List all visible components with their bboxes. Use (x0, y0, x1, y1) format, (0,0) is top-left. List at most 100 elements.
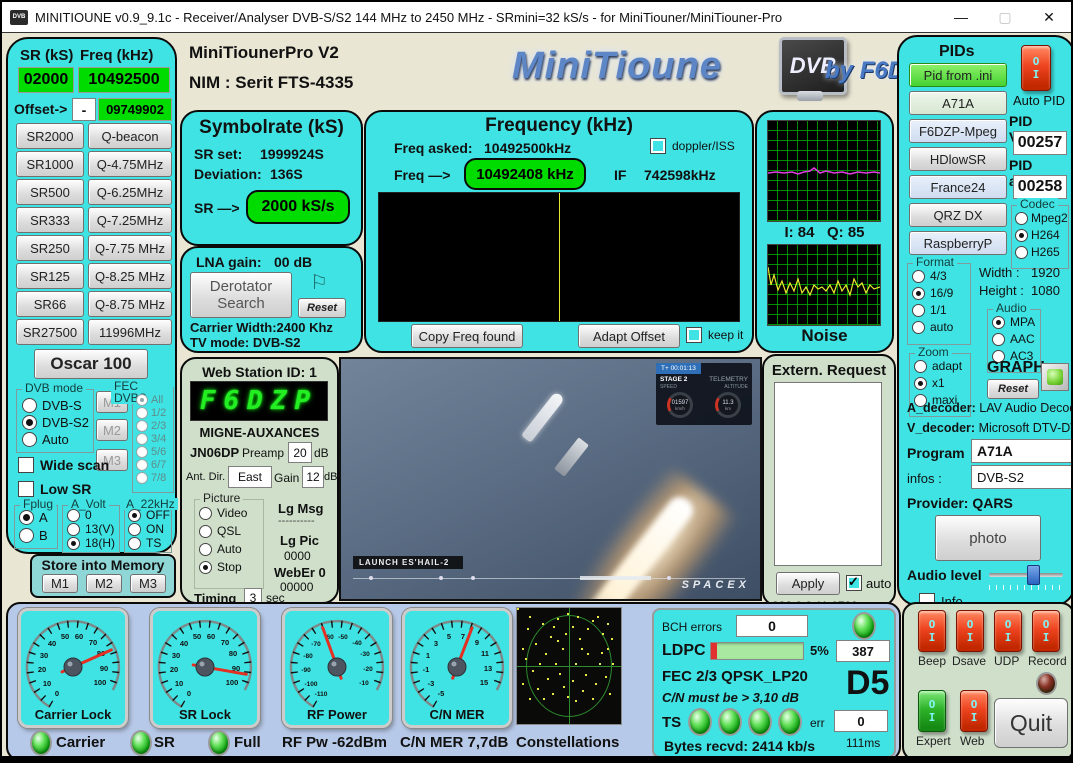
derotator-search-button[interactable]: Derotator Search (190, 272, 292, 318)
symbolrate-title: Symbolrate (kS) (199, 117, 344, 138)
radio-codec-h265[interactable]: H265 (1015, 245, 1060, 259)
preset-freq-button[interactable]: Q-4.75MHz (88, 151, 172, 177)
preamp-value[interactable]: 20 (288, 442, 312, 463)
beep-toggle[interactable]: OI (918, 610, 946, 652)
preset-sr-button[interactable]: SR27500 (16, 319, 84, 345)
record-toggle[interactable]: OI (1032, 610, 1060, 652)
auto-checkbox[interactable]: auto (846, 574, 891, 591)
radio-codec-h264[interactable]: H264 (1015, 228, 1060, 242)
keep-it-checkbox[interactable]: keep it (686, 327, 743, 343)
infos-field[interactable]: DVB-S2 (971, 465, 1071, 489)
store-m1-button[interactable]: M1 (42, 574, 78, 593)
pid-preset-button[interactable]: RaspberryP (909, 231, 1007, 255)
oscar100-button[interactable]: Oscar 100 (34, 349, 148, 379)
adapt-offset-button[interactable]: Adapt Offset (578, 324, 680, 348)
radio-auto[interactable]: Auto (22, 432, 69, 447)
pid-preset-button[interactable]: F6DZP-Mpeg (909, 119, 1007, 143)
wide-scan-checkbox[interactable]: Wide scan (18, 457, 109, 473)
pid-audio-value[interactable]: 00258 (1013, 175, 1067, 199)
web-toggle[interactable]: OI (960, 690, 988, 732)
pid-preset-button[interactable]: A71A (909, 91, 1007, 115)
pid-video-value[interactable]: 00257 (1013, 131, 1067, 155)
radio-picture-auto[interactable]: Auto (199, 542, 242, 556)
extern-textarea[interactable] (774, 382, 882, 566)
radio-dvb-s2[interactable]: DVB-S2 (22, 415, 89, 430)
radio-format-169[interactable]: 16/9 (912, 286, 953, 300)
pid-from-ini-button[interactable]: Pid from .ini (909, 63, 1007, 87)
preset-sr-button[interactable]: SR500 (16, 179, 84, 205)
audio-level-slider[interactable] (989, 565, 1063, 585)
pid-preset-button[interactable]: QRZ DX (909, 203, 1007, 227)
preset-freq-button[interactable]: 11996MHz (88, 319, 172, 345)
preset-freq-button[interactable]: Q-beacon (88, 123, 172, 149)
radio-dvb-s[interactable]: DVB-S (22, 398, 82, 413)
preset-freq-button[interactable]: Q-8.25 MHz (88, 263, 172, 289)
close-button[interactable]: ✕ (1027, 2, 1071, 32)
radio-fplug-b[interactable]: B (19, 528, 48, 543)
dsave-toggle[interactable]: OI (956, 610, 984, 652)
pid-preset-button[interactable]: France24 (909, 175, 1007, 199)
preset-sr-button[interactable]: SR2000 (16, 123, 84, 149)
doppler-checkbox[interactable]: doppler/ISS (650, 138, 735, 154)
apply-button[interactable]: Apply (776, 572, 840, 595)
radio-avolt-13v[interactable]: 13(V) (67, 522, 114, 536)
radio-22k-ts[interactable]: TS (128, 536, 161, 550)
radio-22k-off[interactable]: OFF (128, 508, 170, 522)
preset-sr-button[interactable]: SR66 (16, 291, 84, 317)
pid-preset-button[interactable]: HDlowSR (909, 147, 1007, 171)
low-sr-checkbox[interactable]: Low SR (18, 481, 91, 497)
radio-format-11[interactable]: 1/1 (912, 303, 947, 317)
gain-value[interactable]: 12 (302, 466, 324, 488)
radio-fec-67[interactable]: 6/7 (136, 459, 166, 471)
store-m2-button[interactable]: M2 (86, 574, 122, 593)
copy-freq-button[interactable]: Copy Freq found (411, 324, 523, 348)
offset-sign-box[interactable]: - (72, 98, 96, 121)
radio-audio-aac[interactable]: AAC (992, 332, 1035, 346)
radio-22k-on[interactable]: ON (128, 522, 164, 536)
derotator-reset-button[interactable]: Reset (298, 298, 346, 318)
auto-pid-toggle[interactable]: OI (1021, 45, 1051, 91)
radio-picture-qsl[interactable]: QSL (199, 524, 241, 538)
radio-fec-all[interactable]: All (136, 394, 163, 406)
radio-fec-23[interactable]: 2/3 (136, 420, 166, 432)
preset-freq-button[interactable]: Q-7.75 MHz (88, 235, 172, 261)
radio-picture-video[interactable]: Video (199, 506, 247, 520)
preset-sr-button[interactable]: SR1000 (16, 151, 84, 177)
maximize-button[interactable]: ▢ (983, 2, 1027, 32)
svg-text:90: 90 (100, 664, 108, 673)
slider-thumb[interactable] (1027, 565, 1040, 585)
radio-fec-12[interactable]: 1/2 (136, 407, 166, 419)
radio-zoom-x1[interactable]: x1 (914, 376, 945, 390)
radio-format-43[interactable]: 4/3 (912, 269, 947, 283)
radio-picture-stop[interactable]: Stop (199, 560, 242, 574)
lna-gain-value: 00 dB (274, 254, 313, 270)
preset-sr-button[interactable]: SR125 (16, 263, 84, 289)
altitude-label: ALTITUDE (724, 384, 748, 390)
radio-format-auto[interactable]: auto (912, 320, 953, 334)
preset-freq-button[interactable]: Q-7.25MHz (88, 207, 172, 233)
radio-codec-mpeg2[interactable]: Mpeg2 (1015, 211, 1068, 225)
store-m3-button[interactable]: M3 (130, 574, 166, 593)
radio-audio-mpa[interactable]: MPA (992, 315, 1035, 329)
photo-button[interactable]: photo (935, 515, 1041, 561)
preset-freq-button[interactable]: Q-8.75 MHz (88, 291, 172, 317)
preset-freq-button[interactable]: Q-6.25MHz (88, 179, 172, 205)
memory-recall-m2[interactable]: M2 (96, 419, 128, 441)
radio-fec-78[interactable]: 7/8 (136, 472, 166, 484)
graph-led-button[interactable] (1041, 363, 1069, 391)
radio-fec-34[interactable]: 3/4 (136, 433, 166, 445)
preset-sr-button[interactable]: SR250 (16, 235, 84, 261)
expert-toggle[interactable]: OI (918, 690, 946, 732)
radio-fec-56[interactable]: 5/6 (136, 446, 166, 458)
radio-fplug-a[interactable]: A (19, 510, 48, 525)
ant-dir-value[interactable]: East (228, 466, 272, 488)
minimize-button[interactable]: — (939, 2, 983, 32)
radio-zoom-adapt[interactable]: adapt (914, 359, 962, 373)
preset-sr-button[interactable]: SR333 (16, 207, 84, 233)
radio-avolt-18h[interactable]: 18(H) (67, 536, 115, 550)
graph-reset-button[interactable]: Reset (987, 379, 1039, 399)
program-field[interactable]: A71A (971, 439, 1071, 463)
quit-button[interactable]: Quit (994, 698, 1068, 748)
udp-toggle[interactable]: OI (994, 610, 1022, 652)
radio-avolt-0[interactable]: 0 (67, 508, 92, 522)
